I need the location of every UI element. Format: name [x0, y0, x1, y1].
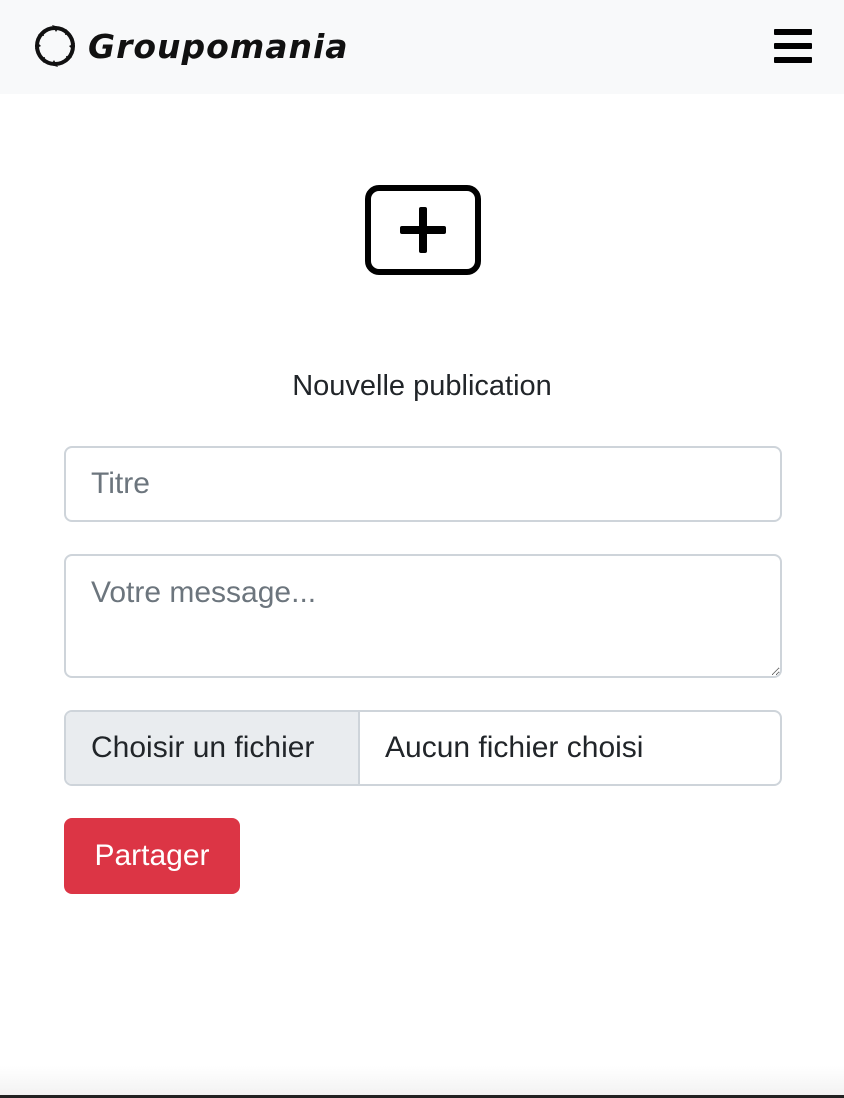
share-button[interactable]: Partager [64, 818, 240, 894]
hamburger-menu-icon [774, 57, 812, 63]
plus-square-icon [365, 185, 481, 275]
hamburger-menu-icon [774, 43, 812, 49]
groupomania-logo-icon [35, 25, 75, 67]
brand-name: Groupomania [88, 26, 349, 66]
file-input[interactable]: Choisir un fichier Aucun fichier choisi [64, 710, 782, 786]
file-status: Aucun fichier choisi [385, 731, 644, 764]
top-navbar: Groupomania [0, 0, 844, 94]
menu-toggle-button[interactable] [770, 26, 816, 66]
form-title: Nouvelle publication [292, 370, 552, 402]
hamburger-menu-icon [774, 29, 812, 35]
title-input[interactable] [64, 446, 782, 522]
brand-link[interactable]: Groupomania [32, 22, 349, 70]
bottom-shadow [0, 1066, 844, 1098]
choose-file-button[interactable]: Choisir un fichier [66, 712, 360, 784]
message-textarea[interactable] [64, 554, 782, 678]
